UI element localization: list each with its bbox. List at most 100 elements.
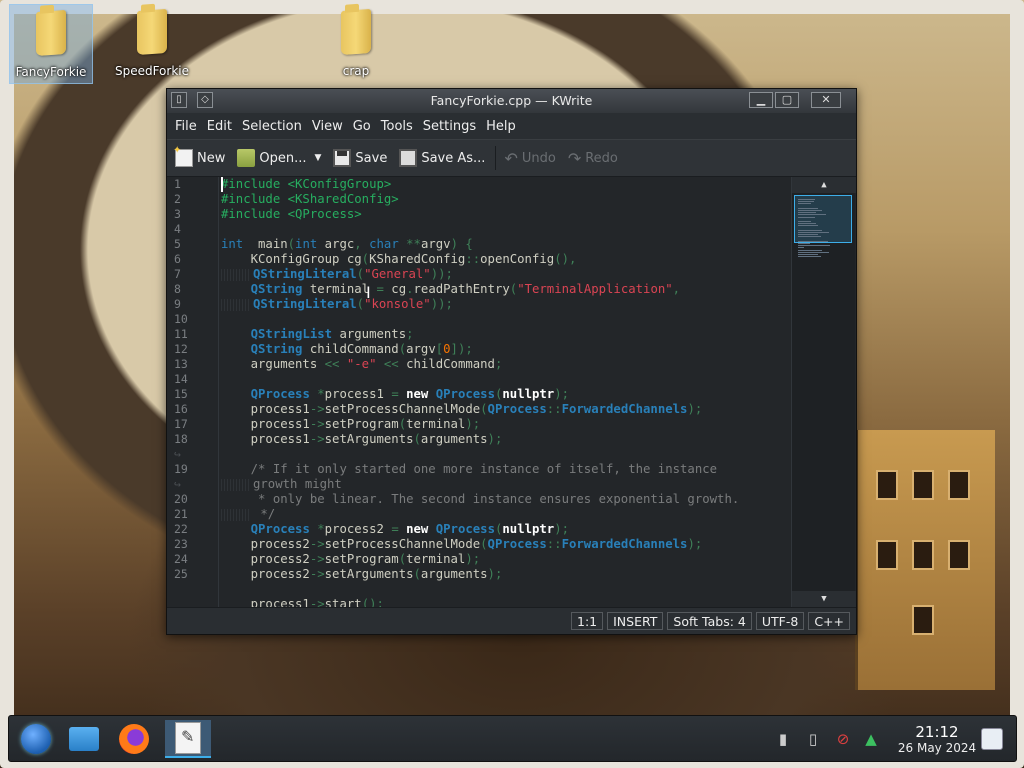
code-line[interactable] (221, 312, 789, 327)
minimap-line (798, 247, 804, 249)
code-line[interactable]: arguments << "-e" << childCommand; (221, 357, 789, 372)
minimap-line (798, 245, 831, 247)
code-line[interactable]: #include <QProcess> (221, 207, 789, 222)
battery-icon[interactable]: ▯ (804, 729, 822, 749)
line-number: 19 (174, 462, 188, 476)
new-button[interactable]: New (173, 145, 225, 167)
minimap-scrollbar[interactable]: ▲ ▼ (791, 177, 856, 607)
code-line[interactable]: #include <KConfigGroup> (221, 177, 789, 192)
menu-settings[interactable]: Settings (423, 119, 476, 134)
menu-edit[interactable]: Edit (207, 119, 232, 134)
code-line[interactable]: int main(int argc, char **argv) { (221, 237, 789, 252)
code-line[interactable] (221, 582, 789, 597)
application-launcher[interactable] (13, 720, 59, 758)
show-hidden-icons-icon[interactable]: ▲ (862, 729, 880, 749)
minimap-line (798, 254, 819, 255)
menu-bar: File Edit Selection View Go Tools Settin… (167, 113, 856, 139)
file-manager-icon (69, 727, 99, 751)
desktop-icon-label: FancyForkie (15, 65, 87, 79)
code-line[interactable]: process1->setArguments(arguments); (221, 432, 789, 447)
taskbar-firefox[interactable] (111, 720, 157, 758)
minimap-line (798, 234, 819, 236)
code-line[interactable]: process2->setArguments(arguments); (221, 567, 789, 582)
minimap-line (798, 243, 810, 244)
new-document-icon (173, 145, 193, 167)
code-line[interactable]: QProcess *process2 = new QProcess(nullpt… (221, 522, 789, 537)
code-line[interactable]: KConfigGroup cg(KSharedConfig::openConfi… (221, 252, 789, 267)
code-line[interactable]: growth might (221, 477, 789, 492)
desktop-icon-label: SpeedForkie (114, 64, 190, 78)
menu-tools[interactable]: Tools (381, 119, 413, 134)
folder-icon (36, 9, 66, 57)
save-button[interactable]: Save (333, 149, 387, 167)
syntax-mode[interactable]: C++ (808, 612, 850, 630)
line-number: 12 (174, 342, 188, 356)
taskbar-kwrite[interactable] (165, 720, 211, 758)
desktop-icon-fancyforkie[interactable]: FancyForkie (9, 4, 93, 84)
code-line[interactable]: QProcess *process1 = new QProcess(nullpt… (221, 387, 789, 402)
window-titlebar[interactable]: ▯ ◇ FancyForkie.cpp — KWrite ▁ ▢ ✕ (167, 89, 856, 113)
undo-button[interactable]: ↶ Undo (504, 149, 555, 168)
scroll-down-icon[interactable]: ▼ (792, 591, 856, 607)
line-number: 4 (174, 222, 181, 236)
code-line[interactable]: QStringList arguments; (221, 327, 789, 342)
network-disconnected-icon[interactable]: ⊘ (834, 729, 852, 749)
code-line[interactable] (221, 447, 789, 462)
undo-icon: ↶ (504, 149, 518, 168)
editor-area[interactable]: 1 2 3 4 5 6 7 8 9 10 11 12 13 14 15 16 1… (167, 177, 856, 607)
code-line[interactable]: #include <KSharedConfig> (221, 192, 789, 207)
taskbar: ▮ ▯ ⊘ ▲ 21:12 26 May 2024 (8, 715, 1017, 762)
indentation-setting[interactable]: Soft Tabs: 4 (667, 612, 752, 630)
minimize-button[interactable]: ▁ (749, 92, 773, 108)
code-line[interactable]: process1->setProgram(terminal); (221, 417, 789, 432)
code-line[interactable]: * only be linear. The second instance en… (221, 492, 789, 507)
cursor-position[interactable]: 1:1 (571, 612, 604, 630)
menu-view[interactable]: View (312, 119, 343, 134)
code-line[interactable]: process1->start(); (221, 597, 789, 607)
code-line[interactable]: process2->setProgram(terminal); (221, 552, 789, 567)
redo-label: Redo (585, 150, 618, 166)
desktop-icon-crap[interactable]: crap (314, 4, 398, 84)
code-text[interactable]: #include <KConfigGroup> #include <KShared… (221, 177, 789, 607)
clock-time[interactable]: 21:12 (907, 723, 967, 741)
taskbar-file-manager[interactable] (61, 720, 107, 758)
code-line[interactable] (221, 372, 789, 387)
maximize-button[interactable]: ▢ (775, 92, 799, 108)
clipboard-icon[interactable]: ▮ (774, 729, 792, 749)
minimap-line (798, 225, 819, 227)
menu-selection[interactable]: Selection (242, 119, 302, 134)
line-number-gutter: 1 2 3 4 5 6 7 8 9 10 11 12 13 14 15 16 1… (167, 177, 219, 607)
code-line[interactable] (221, 222, 789, 237)
redo-button[interactable]: ↷ Redo (568, 149, 618, 168)
line-number: 6 (174, 252, 181, 266)
close-button[interactable]: ✕ (811, 92, 841, 108)
line-number: 13 (174, 357, 188, 371)
minimap-line (798, 201, 814, 203)
minimap-line (798, 210, 822, 211)
input-mode[interactable]: INSERT (607, 612, 664, 630)
encoding-setting[interactable]: UTF-8 (755, 612, 805, 630)
scroll-up-icon[interactable]: ▲ (792, 177, 856, 193)
clock-date[interactable]: 26 May 2024 (887, 741, 987, 755)
code-line[interactable]: QString childCommand(argv[0]); (221, 342, 789, 357)
code-line[interactable]: QStringLiteral("konsole")); (221, 297, 789, 312)
code-line[interactable]: /* If it only started one more instance … (221, 462, 789, 477)
line-number: 17 (174, 417, 188, 431)
open-dropdown-icon[interactable]: ▼ (314, 153, 321, 163)
code-line[interactable]: */ (221, 507, 789, 522)
code-line[interactable]: QStringLiteral("General")); (221, 267, 789, 282)
code-line[interactable]: QString terminal = cg.readPathEntry("Ter… (221, 282, 789, 297)
code-line[interactable]: process1->setProcessChannelMode(QProcess… (221, 402, 789, 417)
save-as-button[interactable]: Save As... (399, 149, 485, 167)
desktop-icon-speedforkie[interactable]: SpeedForkie (110, 4, 194, 84)
menu-file[interactable]: File (175, 119, 197, 134)
status-bar: 1:1 INSERT Soft Tabs: 4 UTF-8 C++ (167, 607, 856, 634)
menu-go[interactable]: Go (353, 119, 371, 134)
line-number: 1 (174, 177, 181, 191)
open-button[interactable]: Open... ▼ (237, 149, 321, 167)
code-line[interactable]: process2->setProcessChannelMode(QProcess… (221, 537, 789, 552)
save-icon (333, 149, 352, 167)
show-desktop-icon[interactable] (981, 728, 1003, 750)
menu-help[interactable]: Help (486, 119, 516, 134)
line-number: 5 (174, 237, 181, 251)
